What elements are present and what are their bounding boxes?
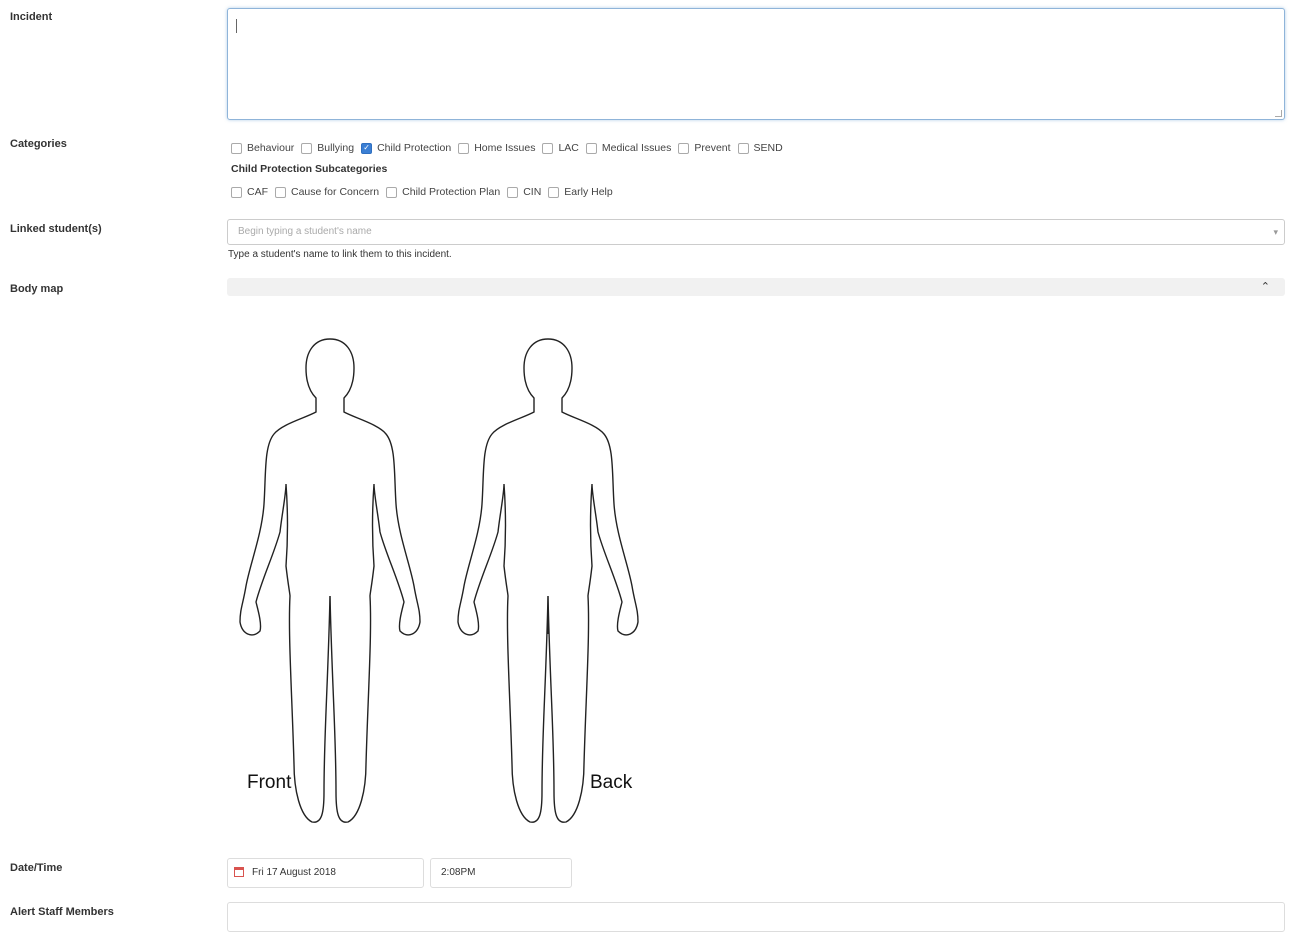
incident-textarea[interactable] bbox=[227, 8, 1285, 120]
checkbox-label: Child Protection Plan bbox=[402, 186, 501, 198]
checkbox[interactable] bbox=[542, 142, 554, 154]
checkbox-label: CAF bbox=[247, 186, 268, 198]
subcategory-early-help[interactable]: Early Help bbox=[548, 186, 613, 198]
time-value: 2:08PM bbox=[441, 867, 476, 878]
checkbox[interactable] bbox=[231, 186, 242, 198]
category-prevent[interactable]: Prevent bbox=[678, 142, 731, 154]
checkbox-label: Medical Issues bbox=[601, 142, 672, 154]
category-child-protection[interactable]: ✓ Child Protection bbox=[361, 142, 451, 154]
subcategories-title: Child Protection Subcategories bbox=[231, 163, 388, 175]
body-front-figure[interactable] bbox=[230, 334, 430, 829]
subcategory-cin[interactable]: CIN bbox=[507, 186, 541, 198]
checkbox[interactable] bbox=[275, 186, 286, 198]
body-map-toggle-bar[interactable]: ⌃ bbox=[227, 278, 1285, 296]
checkbox[interactable] bbox=[458, 142, 470, 154]
calendar-icon[interactable] bbox=[234, 867, 244, 877]
chevron-up-icon[interactable]: ⌃ bbox=[1261, 280, 1270, 293]
subcategory-caf[interactable]: CAF bbox=[231, 186, 268, 198]
checkbox-label: SEND bbox=[753, 142, 783, 154]
checkbox[interactable] bbox=[585, 142, 597, 154]
categories-label: Categories bbox=[10, 138, 67, 150]
checkbox-label: LAC bbox=[558, 142, 579, 154]
subcategories-checkbox-row: CAF Cause for Concern Child Protection Pla… bbox=[231, 186, 620, 198]
student-search-input[interactable]: Begin typing a student's name ▾ bbox=[227, 219, 1285, 245]
checkbox[interactable] bbox=[737, 142, 749, 154]
alert-staff-label: Alert Staff Members bbox=[10, 906, 114, 918]
category-bullying[interactable]: Bullying bbox=[301, 142, 354, 154]
resize-grip-icon[interactable] bbox=[1275, 110, 1282, 117]
alert-staff-input[interactable] bbox=[227, 902, 1285, 932]
checkbox[interactable]: ✓ bbox=[361, 142, 373, 154]
date-time-label: Date/Time bbox=[10, 862, 63, 874]
dropdown-arrow-icon[interactable]: ▾ bbox=[1273, 220, 1278, 244]
checkbox[interactable] bbox=[386, 186, 398, 198]
checkbox-label: Child Protection bbox=[377, 142, 452, 154]
categories-checkbox-row: Behaviour Bullying ✓ Child Protection Home I… bbox=[231, 142, 790, 154]
checkbox[interactable] bbox=[678, 142, 690, 154]
checkbox[interactable] bbox=[507, 186, 519, 198]
student-search-placeholder: Begin typing a student's name bbox=[238, 226, 372, 237]
incident-label: Incident bbox=[10, 11, 53, 23]
category-behaviour[interactable]: Behaviour bbox=[231, 142, 294, 154]
checkbox-label: Cause for Concern bbox=[291, 186, 380, 198]
front-label: Front bbox=[247, 772, 292, 793]
checkbox-label: Bullying bbox=[317, 142, 355, 154]
checkbox-label: Early Help bbox=[564, 186, 613, 198]
subcategory-cause-for-concern[interactable]: Cause for Concern bbox=[275, 186, 379, 198]
body-back-figure[interactable] bbox=[448, 334, 648, 829]
linked-students-label: Linked student(s) bbox=[10, 223, 102, 235]
checkbox[interactable] bbox=[301, 142, 313, 154]
date-value: Fri 17 August 2018 bbox=[252, 867, 336, 878]
date-input[interactable]: Fri 17 August 2018 bbox=[227, 858, 424, 888]
checkbox[interactable] bbox=[548, 186, 560, 198]
checkbox-label: Home Issues bbox=[474, 142, 536, 154]
back-label: Back bbox=[590, 772, 633, 793]
text-caret bbox=[236, 19, 237, 33]
checkbox-label: Prevent bbox=[694, 142, 731, 154]
subcategory-child-protection-plan[interactable]: Child Protection Plan bbox=[386, 186, 500, 198]
category-home-issues[interactable]: Home Issues bbox=[458, 142, 535, 154]
checkbox[interactable] bbox=[231, 142, 242, 154]
time-input[interactable]: 2:08PM bbox=[430, 858, 572, 888]
category-lac[interactable]: LAC bbox=[542, 142, 579, 154]
category-medical-issues[interactable]: Medical Issues bbox=[585, 142, 672, 154]
checkbox-label: Behaviour bbox=[247, 142, 295, 154]
body-map-label: Body map bbox=[10, 283, 64, 295]
checkbox-label: CIN bbox=[523, 186, 542, 198]
category-send[interactable]: SEND bbox=[737, 142, 783, 154]
linked-students-help: Type a student's name to link them to th… bbox=[228, 249, 452, 260]
